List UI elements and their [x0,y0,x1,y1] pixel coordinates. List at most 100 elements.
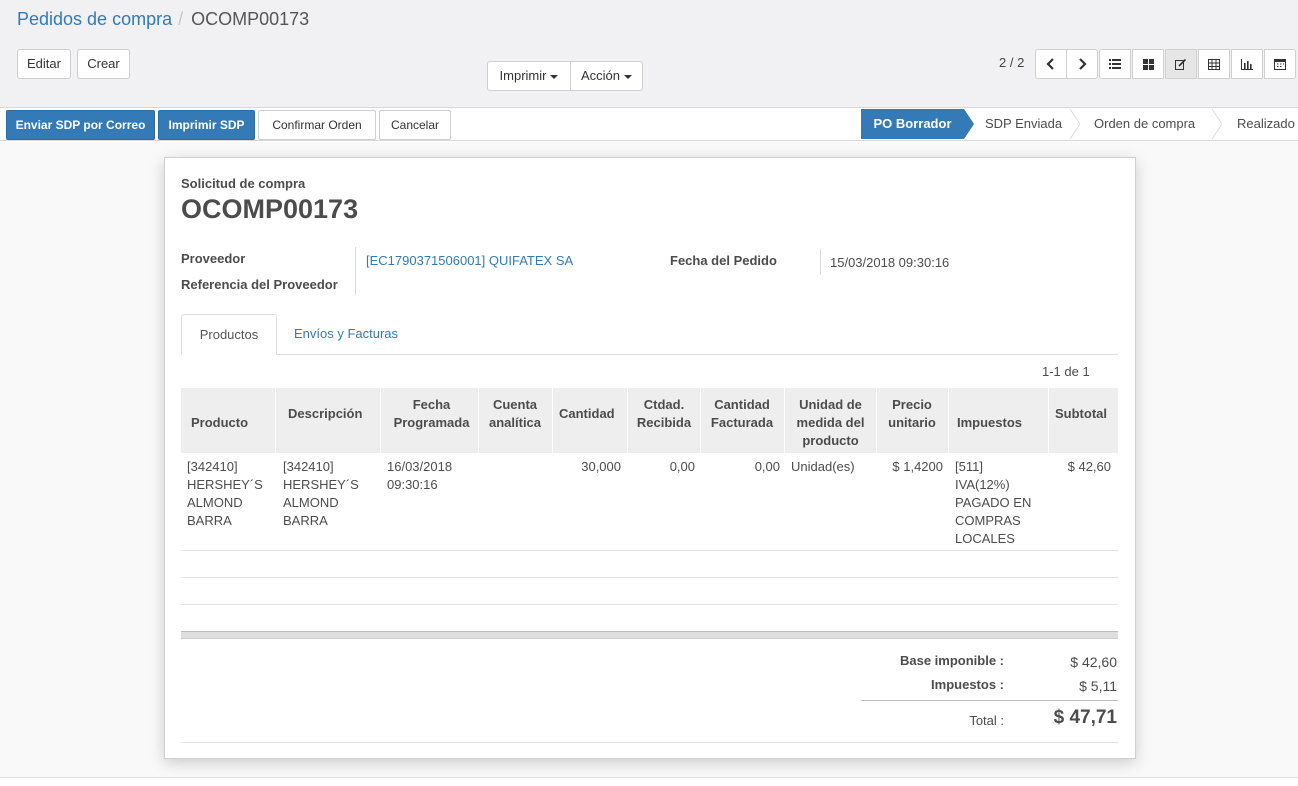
tax-base-value: $ 42,60 [1070,654,1117,670]
breadcrumb-separator: / [178,9,184,29]
cell-taxes[interactable]: [511] IVA(12%) PAGADO EN COMPRAS LOCALES [955,458,1031,548]
statusbar: Enviar SDP por Correo Imprimir SDP Confi… [0,109,1298,141]
column-header-scheduled-date[interactable]: Fecha Programada [389,396,474,432]
chevron-left-icon [1046,58,1054,70]
cell-invoiced[interactable]: 0,00 [710,458,780,476]
tax-base-label: Base imponible : [899,653,1004,668]
pivot-view-button[interactable] [1198,49,1230,79]
cell-product-line: HERSHEY´S [187,477,263,492]
pager-next-button[interactable] [1066,49,1098,79]
column-header-quantity[interactable]: Cantidad [559,405,615,423]
column-header-unit-price[interactable]: Precio unitario [881,396,943,432]
column-header-analytic-line2: analítica [488,415,542,430]
cell-subtotal[interactable]: $ 42,60 [1045,458,1111,476]
form-content-area: Solicitud de compra OCOMP00173 Proveedor… [0,142,1298,778]
column-header-analytic-line1: Cuenta [492,397,538,412]
grand-total-value: $ 47,71 [1053,707,1117,728]
list-view-button[interactable] [1099,49,1131,79]
column-header-invoiced-line1: Cantidad [714,397,770,412]
list-view-icon [1109,59,1121,69]
kanban-view-icon [1142,58,1154,70]
cancel-button[interactable]: Cancelar [379,110,451,140]
column-header-uom-line1: Unidad de [799,397,862,412]
create-button[interactable]: Crear [77,49,130,79]
cell-scheduled-line: 16/03/2018 [387,459,453,474]
stage-separator-icon [1070,109,1080,139]
form-title: OCOMP00173 [181,194,359,224]
kanban-view-button[interactable] [1132,49,1164,79]
breadcrumb-parent-link[interactable]: Pedidos de compra [17,9,172,29]
calendar-view-button[interactable] [1264,49,1296,79]
vendor-label: Proveedor [181,251,246,266]
column-header-scheduled-line1: Fecha [412,397,451,412]
stage-separator-icon [1212,109,1222,139]
column-header-uom-line2: medida del [796,415,865,430]
cell-description-line: [342410] [283,459,334,474]
cell-taxes-line: LOCALES [955,531,1015,546]
cell-quantity[interactable]: 30,000 [555,458,621,476]
pager-value[interactable]: 2 / 2 [999,55,1024,70]
edit-button[interactable]: Editar [17,49,71,79]
print-rfq-button[interactable]: Imprimir SDP [158,110,255,140]
column-header-received-line2: Recibida [636,415,692,430]
column-header-subtotal[interactable]: Subtotal [1055,405,1107,423]
cell-uom[interactable]: Unidad(es) [791,458,855,476]
confirm-order-button[interactable]: Confirmar Orden [258,110,376,140]
cell-product-line: ALMOND [187,495,243,510]
field-separator [820,249,821,275]
column-header-scheduled-line2: Programada [393,415,470,430]
stage-purchase-order[interactable]: Orden de compra [1094,109,1195,139]
form-subtitle: Solicitud de compra [181,176,306,191]
column-header-uom[interactable]: Unidad de medida del producto [788,396,873,450]
stage-rfq-sent[interactable]: SDP Enviada [985,109,1062,139]
table-row-divider [181,604,1118,605]
form-view-button[interactable] [1165,49,1197,79]
cell-description-line: BARRA [283,513,328,528]
graph-view-icon [1241,58,1253,70]
breadcrumb-current: OCOMP00173 [191,9,310,29]
table-pager[interactable]: 1-1 de 1 [1042,364,1090,379]
field-separator [355,247,356,295]
cell-taxes-line: PAGADO EN [955,495,1032,510]
vendor-link[interactable]: [EC1790371506001] QUIFATEX SA [366,253,573,268]
chevron-right-icon [1079,58,1087,70]
column-header-invoiced-line2: Facturada [710,415,774,430]
send-rfq-email-button[interactable]: Enviar SDP por Correo [6,110,155,140]
column-header-invoiced[interactable]: Cantidad Facturada [706,396,778,432]
control-panel: Pedidos de compra / OCOMP00173 Editar Crea… [0,0,1298,108]
column-header-product[interactable]: Producto [191,414,248,432]
breadcrumb: Pedidos de compra / OCOMP00173 [17,9,309,30]
column-header-description[interactable]: Descripción [288,405,362,423]
pager-previous-button[interactable] [1035,49,1067,79]
stage-po-draft[interactable]: PO Borrador [861,109,964,139]
column-header-received-line1: Ctdad. [643,397,685,412]
cell-product-line: [342410] [187,459,238,474]
cell-product[interactable]: [342410] HERSHEY´S ALMOND BARRA [187,458,263,530]
cell-scheduled-date[interactable]: 16/03/2018 09:30:16 [387,458,452,494]
taxes-total-value: $ 5,11 [1079,678,1117,694]
action-label: Acción [580,68,621,83]
cell-received[interactable]: 0,00 [635,458,695,476]
cell-taxes-line: [511] [955,459,983,474]
tab-shipments-invoices[interactable]: Envíos y Facturas [294,314,398,354]
cell-description-line: HERSHEY´S [283,477,359,492]
cell-description[interactable]: [342410] HERSHEY´S ALMOND BARRA [283,458,359,530]
action-dropdown[interactable]: Acción [570,61,643,91]
graph-view-button[interactable] [1231,49,1263,79]
order-date-value: 15/03/2018 09:30:16 [830,255,950,270]
print-dropdown[interactable]: Imprimir [487,61,571,91]
table-row-divider [181,550,1118,551]
table-row-divider [181,577,1118,578]
column-header-taxes[interactable]: Impuestos [957,414,1022,432]
stage-done[interactable]: Realizado [1237,109,1295,139]
column-header-analytic-account[interactable]: Cuenta analítica [483,396,547,432]
cell-scheduled-line: 09:30:16 [387,477,438,492]
table-header: Producto Descripción Fecha Programada Cu… [181,388,1118,453]
cell-unit-price[interactable]: $ 1,4200 [877,458,943,476]
column-header-uom-line3: producto [802,433,859,448]
order-date-label: Fecha del Pedido [670,253,777,268]
totals-divider [861,700,1118,701]
column-header-received[interactable]: Ctdad. Recibida [633,396,695,432]
tab-products[interactable]: Productos [181,314,277,355]
form-sheet: Solicitud de compra OCOMP00173 Proveedor… [164,157,1136,759]
